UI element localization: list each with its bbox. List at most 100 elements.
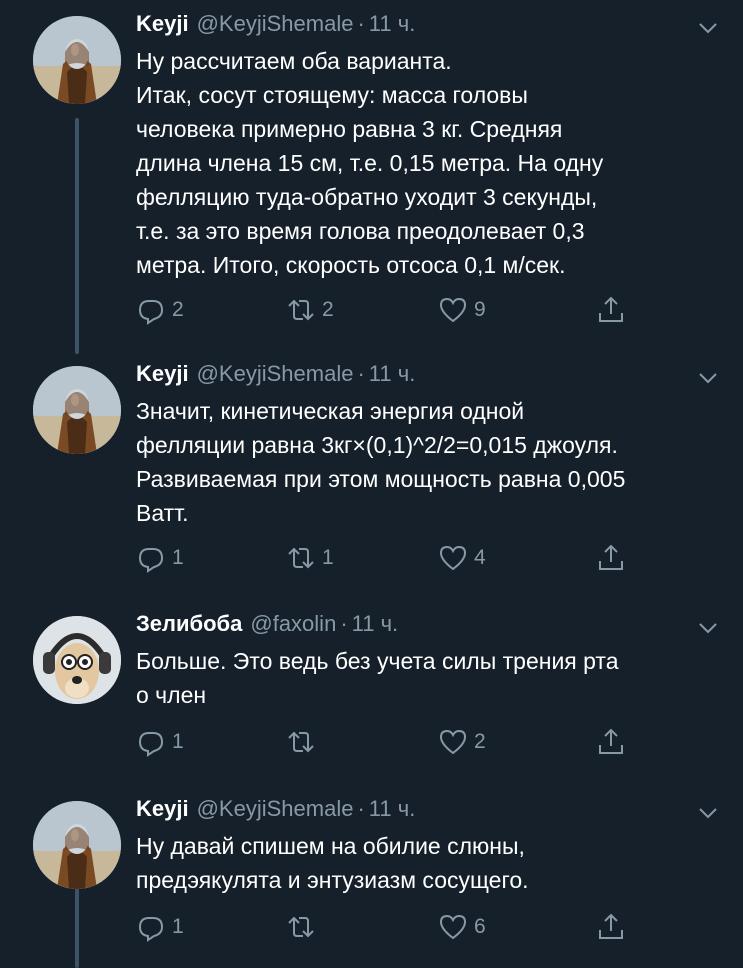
- tweet[interactable]: Keyji @KeyjiShemale · 11 ч. Ну рассчитаем о…: [0, 0, 743, 345]
- tweet-line: Итак, сосут стоящему: масса головы: [136, 82, 528, 108]
- chevron-down-icon[interactable]: [694, 614, 722, 642]
- share-icon: [599, 913, 623, 939]
- hooded-figure-avatar-image: [33, 801, 121, 889]
- tweet-line: фелляции равна 3кг×(0,1)^2/2=0,015 джоул…: [136, 432, 618, 458]
- tweet[interactable]: Keyji @KeyjiShemale · 11 ч. Ну давай спишем…: [0, 785, 743, 968]
- tweet-text: Ну рассчитаем оба варианта. Итак, сосут …: [136, 44, 726, 282]
- like-count: 9: [474, 298, 486, 321]
- reply-count: 1: [172, 730, 184, 753]
- heart-icon: [439, 914, 467, 940]
- retweet-button[interactable]: 1: [286, 540, 334, 576]
- hooded-figure-avatar-image: [33, 16, 121, 104]
- separator-dot: ·: [357, 11, 365, 36]
- reply-count: 2: [172, 298, 184, 321]
- like-button[interactable]: 6: [438, 909, 486, 945]
- retweet-icon: [288, 916, 314, 938]
- author-name[interactable]: Keyji: [136, 11, 189, 36]
- timestamp[interactable]: 11 ч.: [369, 11, 416, 36]
- tweet-line: человека примерно равна 3 кг. Средняя: [136, 116, 563, 142]
- tweet-line: Ватт.: [136, 500, 189, 526]
- timestamp[interactable]: 11 ч.: [369, 361, 416, 386]
- tweet-line: метра. Итого, скорость отсоса 0,1 м/сек.: [136, 252, 566, 278]
- tweet-actions: 2 2 9: [136, 292, 636, 328]
- share-icon: [599, 728, 623, 754]
- like-button[interactable]: 9: [438, 292, 486, 328]
- author-handle[interactable]: @faxolin: [250, 611, 336, 636]
- chevron-down-icon[interactable]: [694, 14, 722, 42]
- tweet[interactable]: Зелибоба @faxolin · 11 ч. Больше. Это ведь …: [0, 600, 743, 785]
- share-icon: [599, 296, 623, 322]
- reply-count: 1: [172, 915, 184, 938]
- like-count: 2: [474, 730, 486, 753]
- tweet-line: о член: [136, 682, 207, 708]
- reply-button[interactable]: 1: [136, 540, 184, 576]
- tweet-line: фелляцию туда-обратно уходит 3 секунды,: [136, 184, 598, 210]
- tweet-actions: 1 6: [136, 909, 636, 945]
- like-button[interactable]: 2: [438, 724, 486, 760]
- author-handle[interactable]: @KeyjiShemale: [197, 11, 354, 36]
- tweet-line: Больше. Это ведь без учета силы трения р…: [136, 648, 619, 674]
- heart-icon: [439, 729, 467, 755]
- tweet-header: Keyji @KeyjiShemale · 11 ч.: [136, 360, 415, 388]
- tweet-header: Зелибоба @faxolin · 11 ч.: [136, 610, 398, 638]
- reply-icon: [138, 548, 164, 573]
- reply-button[interactable]: 1: [136, 724, 184, 760]
- heart-icon: [439, 545, 467, 571]
- share-button[interactable]: [596, 292, 626, 328]
- avatar[interactable]: [33, 801, 121, 889]
- share-icon: [599, 544, 623, 570]
- author-handle[interactable]: @KeyjiShemale: [197, 361, 354, 386]
- retweet-icon: [288, 547, 314, 569]
- tweet[interactable]: Keyji @KeyjiShemale · 11 ч. Значит, кинетич…: [0, 350, 743, 595]
- reply-button[interactable]: 2: [136, 292, 184, 328]
- hooded-figure-avatar-image: [33, 366, 121, 454]
- tweet-line: длина члена 15 см, т.е. 0,15 метра. На о…: [136, 150, 604, 176]
- author-handle[interactable]: @KeyjiShemale: [197, 796, 354, 821]
- dog-avatar-image: [33, 616, 121, 704]
- retweet-count: 1: [322, 546, 334, 569]
- share-button[interactable]: [596, 540, 626, 576]
- tweet-line: предэякулята и энтузиазм сосущего.: [136, 867, 529, 893]
- heart-icon: [439, 297, 467, 323]
- separator-dot: ·: [340, 611, 348, 636]
- tweet-text: Значит, кинетическая энергия одной фелля…: [136, 394, 726, 530]
- tweet-actions: 1 1 4: [136, 540, 636, 576]
- retweet-icon: [288, 731, 314, 753]
- avatar[interactable]: [33, 16, 121, 104]
- chevron-down-icon[interactable]: [694, 799, 722, 827]
- tweet-header: Keyji @KeyjiShemale · 11 ч.: [136, 10, 415, 38]
- author-name[interactable]: Keyji: [136, 796, 189, 821]
- timestamp[interactable]: 11 ч.: [352, 611, 399, 636]
- tweet-line: Развиваемая при этом мощность равна 0,00…: [136, 466, 626, 492]
- retweet-icon: [288, 299, 314, 321]
- tweet-line: т.е. за это время голова преодолевает 0,…: [136, 218, 585, 244]
- reply-button[interactable]: 1: [136, 909, 184, 945]
- tweet-line: Ну давай спишем на обилие слюны,: [136, 833, 525, 859]
- reply-icon: [138, 300, 164, 325]
- avatar[interactable]: [33, 366, 121, 454]
- separator-dot: ·: [357, 361, 365, 386]
- author-name[interactable]: Keyji: [136, 361, 189, 386]
- avatar[interactable]: [33, 616, 121, 704]
- like-count: 6: [474, 915, 486, 938]
- timestamp[interactable]: 11 ч.: [369, 796, 416, 821]
- author-name[interactable]: Зелибоба: [136, 611, 242, 636]
- tweet-line: Ну рассчитаем оба варианта.: [136, 48, 452, 74]
- like-button[interactable]: 4: [438, 540, 486, 576]
- retweet-button[interactable]: 2: [286, 292, 334, 328]
- reply-icon: [138, 732, 164, 757]
- tweet-text: Ну давай спишем на обилие слюны, предэяк…: [136, 829, 726, 897]
- tweet-header: Keyji @KeyjiShemale · 11 ч.: [136, 795, 415, 823]
- tweet-actions: 1 2: [136, 724, 636, 760]
- reply-count: 1: [172, 546, 184, 569]
- reply-icon: [138, 917, 164, 942]
- share-button[interactable]: [596, 724, 626, 760]
- separator-dot: ·: [357, 796, 365, 821]
- tweet-line: Значит, кинетическая энергия одной: [136, 398, 525, 424]
- retweet-button[interactable]: [286, 724, 322, 760]
- share-button[interactable]: [596, 909, 626, 945]
- like-count: 4: [474, 546, 486, 569]
- chevron-down-icon[interactable]: [694, 364, 722, 392]
- tweet-text: Больше. Это ведь без учета силы трения р…: [136, 644, 726, 712]
- retweet-button[interactable]: [286, 909, 322, 945]
